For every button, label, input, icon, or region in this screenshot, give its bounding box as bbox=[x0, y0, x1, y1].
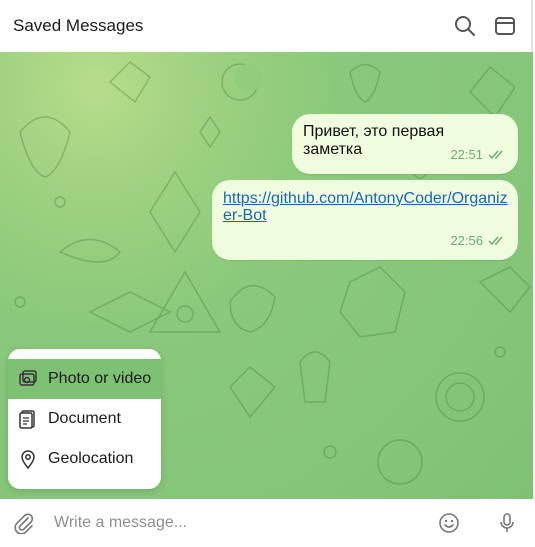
chat-header: Saved Messages bbox=[0, 0, 533, 52]
menu-item-photo-video[interactable]: Photo or video bbox=[8, 359, 161, 399]
menu-item-document[interactable]: Document bbox=[8, 399, 161, 439]
message-time: 22:51 bbox=[450, 147, 483, 162]
message-input[interactable] bbox=[52, 513, 429, 533]
composer-actions bbox=[437, 511, 519, 535]
menu-item-label: Geolocation bbox=[48, 450, 134, 467]
search-icon[interactable] bbox=[453, 14, 477, 38]
message-bubble[interactable]: Привет, это первая заметка 22:51 bbox=[292, 114, 518, 174]
paperclip-icon[interactable] bbox=[12, 511, 36, 535]
photo-video-icon bbox=[18, 369, 38, 389]
double-check-icon bbox=[488, 150, 503, 159]
document-icon bbox=[18, 409, 38, 429]
attachment-menu: Photo or video Document Geolocation bbox=[8, 349, 161, 489]
chat-area[interactable]: Привет, это первая заметка 22:51 https:/… bbox=[0, 52, 533, 499]
message-meta: 22:56 bbox=[450, 233, 506, 248]
message-composer bbox=[0, 499, 535, 547]
message-text: Привет, это первая заметка bbox=[303, 123, 445, 158]
chat-title: Saved Messages bbox=[13, 16, 144, 35]
menu-item-label: Photo or video bbox=[48, 370, 152, 387]
emoji-icon[interactable] bbox=[437, 511, 461, 535]
double-check-icon bbox=[488, 236, 503, 245]
message-bubble[interactable]: https://github.com/AntonyCoder/Organizer… bbox=[212, 180, 518, 260]
message-link[interactable]: https://github.com/AntonyCoder/Organizer… bbox=[223, 190, 508, 224]
layout-icon[interactable] bbox=[493, 14, 517, 38]
message-time: 22:56 bbox=[450, 233, 483, 248]
menu-item-label: Document bbox=[48, 410, 121, 427]
location-pin-icon bbox=[18, 449, 38, 469]
microphone-icon[interactable] bbox=[495, 511, 519, 535]
message-meta: 22:51 bbox=[450, 147, 506, 162]
menu-item-geolocation[interactable]: Geolocation bbox=[8, 439, 161, 479]
header-actions bbox=[453, 14, 517, 38]
